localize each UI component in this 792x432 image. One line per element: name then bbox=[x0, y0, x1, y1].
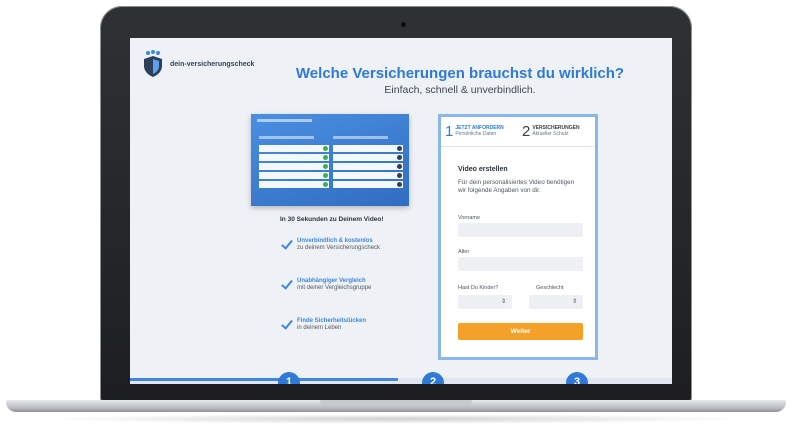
gender-label: Geschlecht bbox=[536, 285, 564, 291]
step-number: 2 bbox=[522, 123, 531, 140]
feature-title: Finde Sicherheitslücken bbox=[297, 318, 367, 324]
first-name-input[interactable] bbox=[458, 223, 583, 237]
step-sub: Aktueller Schutz bbox=[532, 131, 569, 138]
video-heading: In 30 Sekunden zu Deinem Video! bbox=[280, 216, 384, 223]
age-input[interactable] bbox=[458, 257, 583, 271]
form-title: Video erstellen bbox=[458, 166, 508, 173]
bottom-step-3[interactable]: 3 bbox=[566, 372, 588, 384]
feature-item: Unverbindlich & kostenlos zu deinem Vers… bbox=[280, 238, 380, 251]
shield-icon bbox=[144, 50, 162, 77]
feature-sub: in deinem Leben bbox=[297, 325, 342, 331]
preview-column-left bbox=[259, 136, 329, 190]
bottom-progress-fill bbox=[130, 378, 398, 381]
laptop-notch bbox=[320, 400, 472, 406]
next-button[interactable]: Weiter bbox=[458, 323, 583, 340]
check-icon bbox=[280, 319, 292, 331]
laptop-shadow bbox=[40, 414, 752, 424]
feature-item: Unabhängiger Vergleich mit deiner Vergle… bbox=[280, 278, 371, 291]
bottom-step-1[interactable]: 1 bbox=[278, 372, 300, 384]
step-number: 1 bbox=[445, 123, 454, 140]
updown-icon: ⇕ bbox=[500, 299, 506, 305]
feature-title: Unabhängiger Vergleich bbox=[297, 278, 366, 284]
page-subtitle: Einfach, schnell & unverbindlich. bbox=[384, 84, 536, 96]
feature-item: Finde Sicherheitslücken in deinem Leben bbox=[280, 318, 366, 331]
feature-sub: zu deinem Versicherungscheck bbox=[297, 245, 381, 251]
signup-form-card: 1 JETZT ANFORDERN Persönliche Daten 2 VE… bbox=[438, 114, 598, 360]
age-label: Alter bbox=[458, 249, 470, 255]
laptop-screen: dein-versicherungscheck Welche Versicher… bbox=[130, 38, 672, 384]
step-sub: Persönliche Daten bbox=[455, 131, 497, 138]
preview-column-right bbox=[333, 136, 403, 190]
form-steps: 1 JETZT ANFORDERN Persönliche Daten 2 VE… bbox=[441, 117, 595, 147]
camera-icon bbox=[401, 22, 406, 27]
check-icon bbox=[280, 239, 292, 251]
scene: dein-versicherungscheck Welche Versicher… bbox=[0, 0, 792, 432]
feature-title: Unverbindlich & kostenlos bbox=[297, 238, 373, 244]
first-name-label: Vorname bbox=[458, 215, 481, 221]
step-2[interactable]: 2 VERSICHERUNGEN Aktueller Schutz bbox=[518, 117, 595, 146]
updown-icon: ⇕ bbox=[571, 299, 577, 305]
step-1[interactable]: 1 JETZT ANFORDERN Persönliche Daten bbox=[441, 117, 518, 146]
brand-name: dein-versicherungscheck bbox=[170, 60, 255, 68]
check-icon bbox=[280, 279, 292, 291]
form-description: Für dein personalisiertes Video benötige… bbox=[458, 179, 575, 195]
feature-sub: mit deiner Vergleichsgruppe bbox=[297, 285, 372, 291]
kids-select[interactable]: ⇕ bbox=[458, 295, 512, 309]
page-title: Welche Versicherungen brauchst du wirkli… bbox=[295, 65, 625, 82]
video-preview[interactable] bbox=[251, 114, 409, 206]
kids-label: Hast Du Kinder? bbox=[458, 285, 499, 291]
brand-logo[interactable]: dein-versicherungscheck bbox=[142, 50, 254, 78]
bottom-step-2[interactable]: 2 bbox=[422, 372, 444, 384]
preview-title-bar bbox=[257, 119, 312, 122]
gender-select[interactable]: ⇕ bbox=[529, 295, 583, 309]
